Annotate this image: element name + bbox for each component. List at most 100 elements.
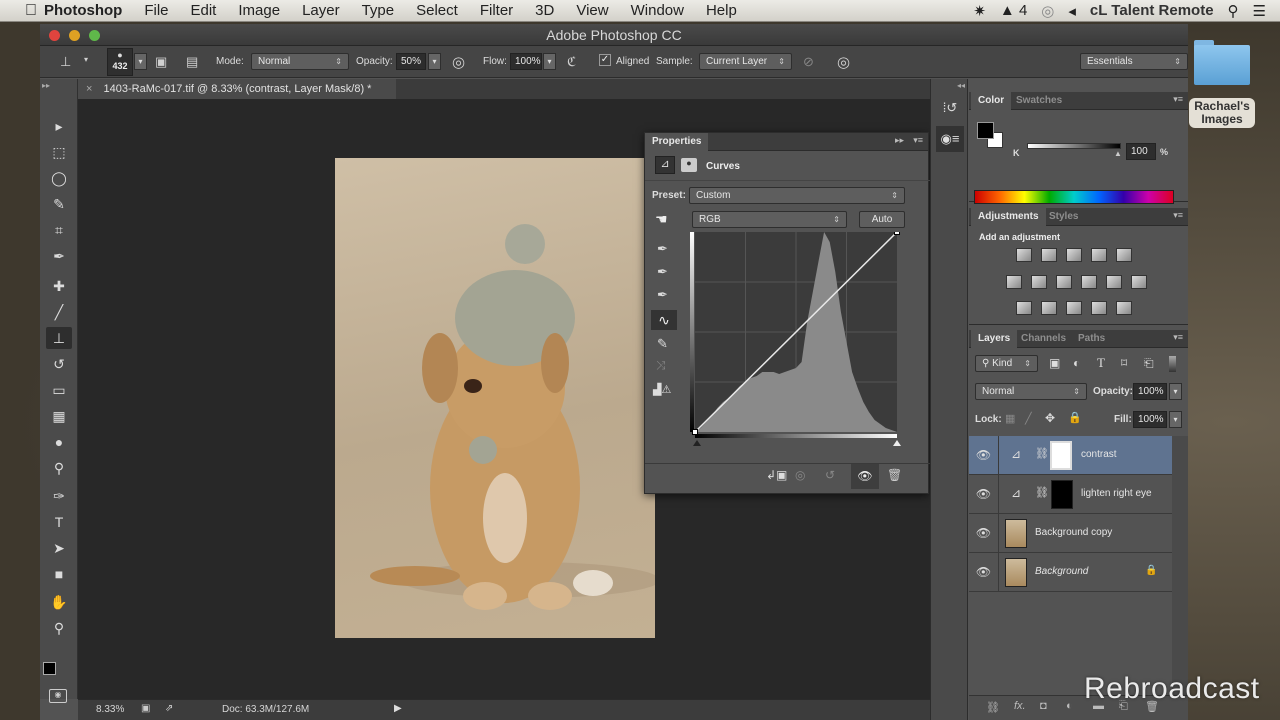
curve-point-black[interactable]	[692, 429, 698, 435]
properties-panel-icon[interactable]: ◉≡	[936, 126, 964, 152]
layer-visibility-eye-icon[interactable]: 👁	[969, 553, 999, 591]
tool-blur[interactable]: ●	[46, 431, 72, 453]
tool-eraser[interactable]: ▭	[46, 379, 72, 401]
panel-menu-icon[interactable]: ▾≡	[1173, 94, 1183, 105]
layer-opacity-input[interactable]: 100%	[1133, 383, 1167, 400]
k-slider[interactable]	[1027, 143, 1121, 149]
desktop-folder[interactable]: Rachael's Images	[1189, 40, 1255, 128]
tool-preset-dropdown-icon[interactable]: ▾	[84, 55, 88, 64]
white-point-eyedropper-icon[interactable]: ✒	[657, 287, 668, 303]
new-adjustment-layer-icon[interactable]: ◐	[1066, 700, 1073, 712]
visibility-toggle-icon[interactable]: 👁	[851, 464, 879, 489]
tool-pen[interactable]: ✑	[46, 485, 72, 507]
edit-points-curve-icon[interactable]: ∿	[651, 310, 677, 330]
tool-eyedropper[interactable]: ✒	[46, 245, 72, 267]
filter-smart-object-icon[interactable]: ⎗	[1144, 356, 1154, 371]
opacity-input[interactable]: 50%	[396, 53, 426, 70]
quick-mask-icon[interactable]: ◉	[49, 689, 67, 703]
collapse-toolbox-icon[interactable]: ▸▸	[42, 81, 50, 90]
curves-adjustment-icon[interactable]: ⊿	[655, 156, 675, 174]
adobe-status-icon[interactable]: ▲ 4	[1000, 2, 1027, 19]
filter-shape-icon[interactable]: ⌑	[1121, 356, 1127, 370]
flow-dropdown[interactable]: ▾	[543, 53, 556, 70]
tool-crop[interactable]: ⌗	[46, 219, 72, 241]
smooth-curve-icon[interactable]: ⤨	[656, 358, 666, 373]
curves-graph[interactable]	[685, 232, 907, 452]
gray-point-eyedropper-icon[interactable]: ✒	[657, 264, 668, 280]
layer-name[interactable]: lighten right eye	[1081, 475, 1152, 513]
zoom-level[interactable]: 8.33%	[96, 704, 124, 715]
clip-to-layer-icon[interactable]: ↲▣	[766, 468, 787, 482]
reset-icon[interactable]: ↺	[825, 468, 835, 482]
link-layers-icon[interactable]: ⛓	[986, 701, 1000, 714]
channel-select[interactable]: RGB ⇕	[692, 211, 847, 228]
tab-layers[interactable]: Layers	[971, 330, 1018, 348]
curves-icon[interactable]	[1066, 248, 1082, 262]
tab-properties[interactable]: Properties	[645, 133, 709, 151]
close-window-button[interactable]	[49, 30, 60, 41]
lock-image-icon[interactable]: ╱	[1025, 412, 1032, 425]
minimize-window-button[interactable]	[69, 30, 80, 41]
add-mask-icon[interactable]: ◘	[1040, 700, 1047, 712]
tool-type[interactable]: T	[46, 511, 72, 533]
k-value-input[interactable]: 100	[1126, 143, 1156, 160]
tool-dodge[interactable]: ⚲	[46, 457, 72, 479]
share-icon[interactable]: ⇗	[165, 703, 173, 714]
layer-mask-icon[interactable]: ●	[681, 158, 697, 172]
blend-mode-select[interactable]: Normal ⇕	[975, 383, 1087, 400]
tab-adjustments[interactable]: Adjustments	[971, 208, 1046, 226]
gradient-map-icon[interactable]	[1116, 301, 1132, 315]
tool-path-selection[interactable]: ➤	[46, 537, 72, 559]
posterize-icon[interactable]	[1041, 301, 1057, 315]
menu-image[interactable]: Image	[227, 2, 291, 19]
gear-status-icon[interactable]: ✷	[973, 2, 986, 20]
selective-color-icon[interactable]	[1091, 301, 1107, 315]
creative-cloud-icon[interactable]: ◎	[1041, 2, 1054, 20]
layer-mask-thumbnail[interactable]	[1051, 480, 1073, 509]
layer-opacity-dropdown[interactable]: ▾	[1169, 383, 1182, 400]
apple-icon[interactable]: 	[14, 2, 38, 20]
targeted-adjustment-hand-icon[interactable]: ☚	[655, 211, 668, 228]
document-image[interactable]	[335, 158, 660, 638]
aligned-checkbox[interactable]: ✓	[599, 54, 611, 66]
tool-quick-selection[interactable]: ✎	[46, 193, 72, 215]
layer-visibility-eye-icon[interactable]: 👁	[969, 514, 999, 552]
tool-rectangular-marquee[interactable]: ⬚	[46, 141, 72, 163]
flow-input[interactable]: 100%	[510, 53, 542, 70]
tool-spot-healing-brush[interactable]: ✚	[46, 275, 72, 297]
tab-styles[interactable]: Styles	[1042, 208, 1085, 226]
channel-mixer-icon[interactable]	[1106, 275, 1122, 289]
layer-name[interactable]: Background	[1035, 553, 1088, 591]
lock-transparent-icon[interactable]: ▦	[1005, 412, 1015, 425]
levels-icon[interactable]	[1041, 248, 1057, 262]
menu-help[interactable]: Help	[695, 2, 748, 19]
foreground-color-swatch[interactable]	[977, 122, 994, 139]
view-previous-state-icon[interactable]: ◎	[795, 468, 805, 482]
curve-point-white[interactable]	[894, 232, 900, 235]
tab-paths[interactable]: Paths	[1071, 330, 1112, 348]
menu-select[interactable]: Select	[405, 2, 469, 19]
volume-icon[interactable]: ◂	[1068, 2, 1076, 20]
tab-color[interactable]: Color	[971, 92, 1012, 110]
workspace-select[interactable]: Essentials ⇕	[1080, 53, 1188, 70]
preset-select[interactable]: Custom ⇕	[689, 187, 905, 204]
panel-menu-icon[interactable]: ▾≡	[1173, 210, 1183, 221]
white-point-slider[interactable]	[893, 440, 901, 446]
close-tab-icon[interactable]: ×	[86, 83, 92, 95]
filter-adjustment-icon[interactable]: ◐	[1073, 356, 1080, 370]
fill-dropdown[interactable]: ▾	[1169, 411, 1182, 428]
menu-3d[interactable]: 3D	[524, 2, 565, 19]
lock-position-icon[interactable]: ✥	[1045, 411, 1055, 425]
color-spectrum-ramp[interactable]	[974, 190, 1174, 204]
menu-type[interactable]: Type	[351, 2, 406, 19]
timeline-icon[interactable]: ▣	[141, 703, 150, 714]
menu-layer[interactable]: Layer	[291, 2, 351, 19]
menu-app-name[interactable]: Photoshop	[38, 2, 133, 19]
toggle-clone-source-panel-icon[interactable]: ▤	[186, 54, 198, 70]
tool-brush[interactable]: ╱	[46, 301, 72, 323]
layer-filter-kind-select[interactable]: ⚲ Kind ⇕	[975, 355, 1038, 372]
notification-center-icon[interactable]: ☰	[1253, 2, 1266, 20]
lock-all-icon[interactable]: 🔒	[1068, 411, 1082, 424]
black-point-eyedropper-icon[interactable]: ✒	[657, 241, 668, 257]
menu-view[interactable]: View	[565, 2, 619, 19]
